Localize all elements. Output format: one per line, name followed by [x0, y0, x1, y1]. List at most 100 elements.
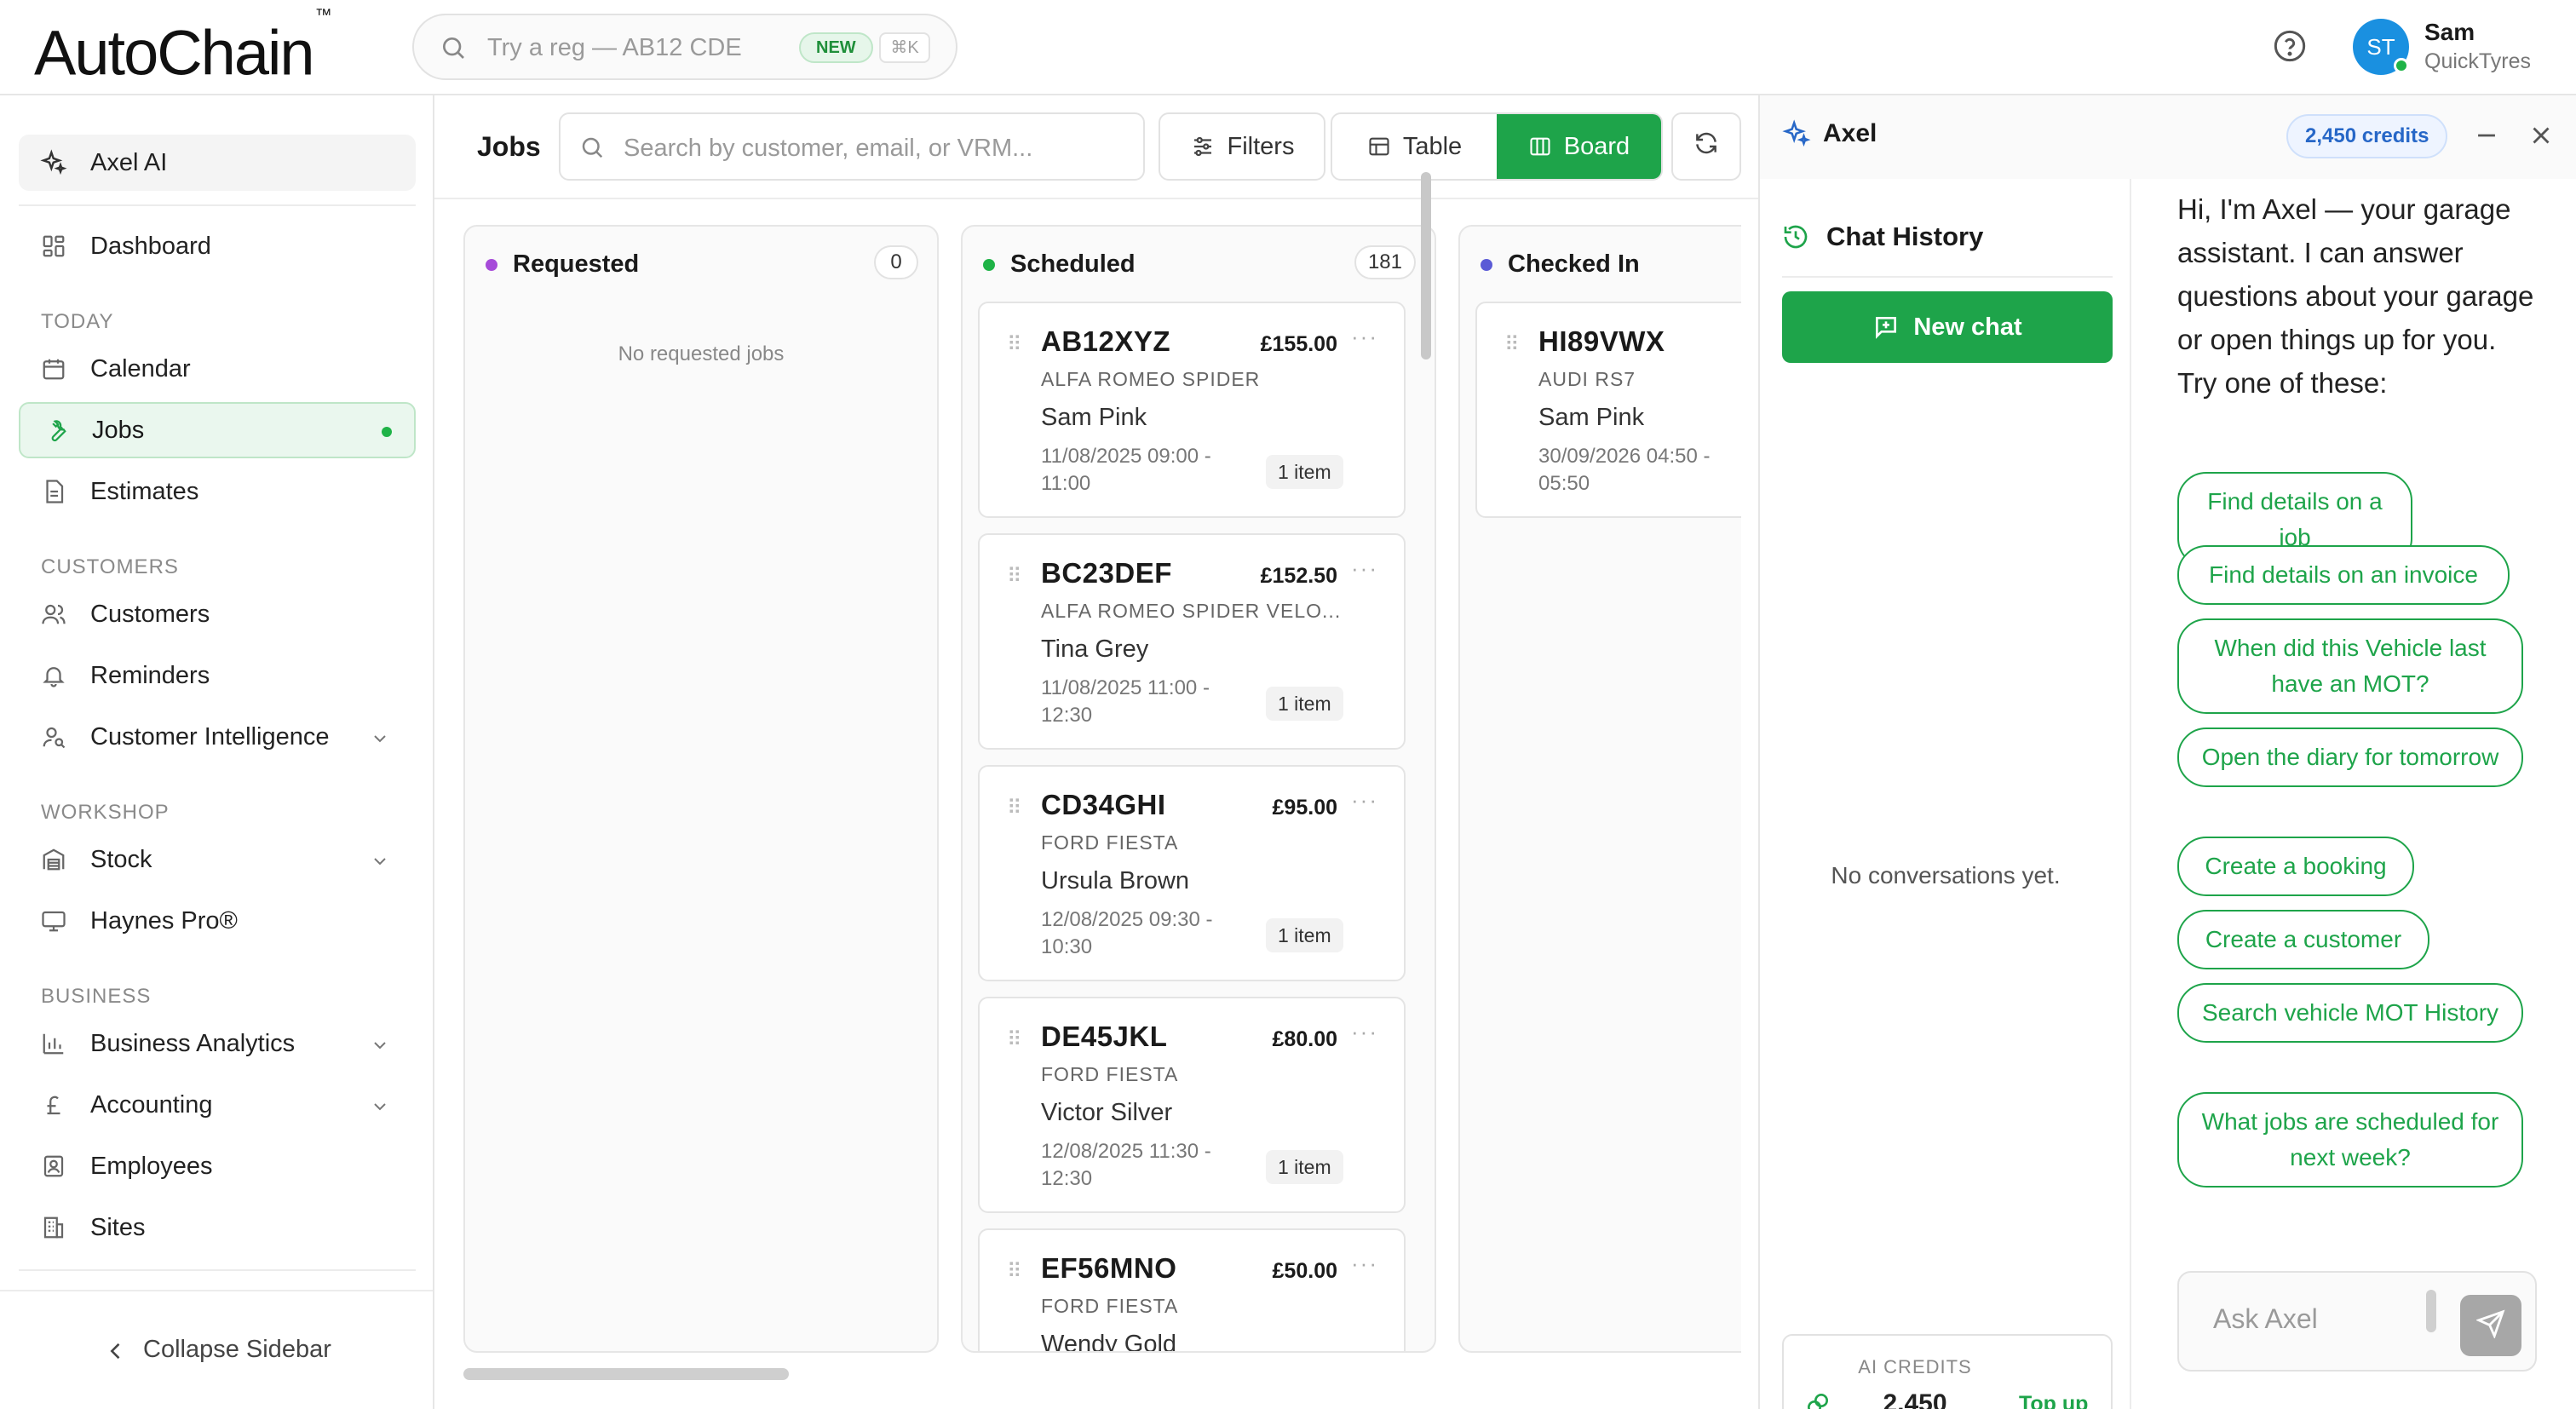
logo-bold: Auto: [34, 17, 158, 89]
chevron-down-icon[interactable]: [370, 850, 390, 878]
status-dot: [1481, 258, 1492, 271]
job-card[interactable]: ⠿ CD34GHI £95.00 ··· FORD FIESTA Ursula …: [978, 765, 1406, 981]
wrench-icon: [41, 416, 70, 445]
sidebar-item-jobs[interactable]: Jobs: [19, 402, 416, 458]
sparkle-icon: [39, 148, 68, 177]
sidebar-item-label: Calendar: [90, 354, 191, 382]
column-header: Scheduled: [983, 250, 1136, 279]
board-view-button[interactable]: Board: [1497, 114, 1661, 179]
job-reg: DE45JKL: [1041, 1021, 1168, 1052]
job-vehicle: ALFA ROMEO SPIDER VELO...: [1041, 600, 1342, 622]
logo-trademark: ™: [314, 6, 332, 25]
sidebar-item-label: Haynes Pro®: [90, 906, 238, 935]
more-options-icon[interactable]: ···: [1351, 555, 1378, 582]
page-title: Jobs: [477, 131, 541, 162]
help-icon[interactable]: [2273, 29, 2307, 67]
drag-handle-icon[interactable]: ⠿: [1007, 332, 1022, 357]
axel-header: Axel 2,450 credits: [1760, 95, 2576, 179]
sidebar-item-axel-ai[interactable]: Axel AI: [19, 135, 416, 191]
suggestion-chip[interactable]: Create a booking: [2177, 837, 2414, 896]
user-avatar[interactable]: ST: [2353, 19, 2409, 75]
user-name[interactable]: Sam: [2424, 19, 2475, 46]
sidebar-item-estimates[interactable]: Estimates: [19, 463, 416, 520]
top-up-link[interactable]: Top up: [2019, 1392, 2088, 1409]
sidebar-item-label: Axel AI: [90, 148, 168, 176]
ai-credits-card: AI CREDITS 2,450 credits Top up: [1782, 1334, 2113, 1409]
collapse-sidebar-button[interactable]: Collapse Sidebar: [0, 1290, 433, 1409]
new-chat-button[interactable]: New chat: [1782, 291, 2113, 363]
global-reg-search[interactable]: Try a reg — AB12 CDE NEW ⌘K: [412, 14, 957, 80]
suggestion-chip[interactable]: Search vehicle MOT History: [2177, 983, 2523, 1043]
job-card[interactable]: ⠿ EF56MNO £50.00 ··· FORD FIESTA Wendy G…: [978, 1228, 1406, 1351]
sidebar-item-employees[interactable]: Employees: [19, 1138, 416, 1194]
jobs-main: Jobs Search by customer, email, or VRM..…: [434, 95, 1758, 1409]
history-divider: [1782, 276, 2113, 278]
chevron-down-icon[interactable]: [370, 728, 390, 756]
column-header: Requested: [486, 250, 639, 279]
job-time: 12/08/2025 09:30 - 10:30: [1041, 908, 1213, 958]
more-options-icon[interactable]: ···: [1351, 1251, 1378, 1277]
no-conversations-message: No conversations yet.: [1831, 862, 2061, 889]
logo-light: Chain: [157, 17, 314, 89]
column-title: Requested: [513, 250, 640, 278]
board-horizontal-scrollbar[interactable]: [463, 1368, 789, 1380]
suggestion-chip[interactable]: Find details on an invoice: [2177, 545, 2510, 605]
job-card[interactable]: ⠿ HI89VWX AUDI RS7 Sam Pink 30/09/2026 0…: [1475, 302, 1741, 518]
more-options-icon[interactable]: ···: [1351, 324, 1378, 350]
chevron-down-icon[interactable]: [370, 1034, 390, 1062]
job-card[interactable]: ⠿ BC23DEF £152.50 ··· ALFA ROMEO SPIDER …: [978, 533, 1406, 750]
column-count: 181: [1354, 245, 1416, 279]
job-card[interactable]: ⠿ AB12XYZ £155.00 ··· ALFA ROMEO SPIDER …: [978, 302, 1406, 518]
column-title: Scheduled: [1010, 250, 1136, 278]
send-button[interactable]: [2460, 1295, 2521, 1356]
more-options-icon[interactable]: ···: [1351, 1019, 1378, 1045]
sidebar-item-customer-intelligence[interactable]: Customer Intelligence: [19, 709, 416, 765]
sidebar-item-accounting[interactable]: Accounting: [19, 1077, 416, 1133]
drag-handle-icon[interactable]: ⠿: [1007, 564, 1022, 589]
sidebar-item-reminders[interactable]: Reminders: [19, 647, 416, 704]
minimize-icon[interactable]: [2472, 121, 2501, 154]
suggestion-chip[interactable]: When did this Vehicle last have an MOT?: [2177, 618, 2523, 714]
sidebar-item-calendar[interactable]: Calendar: [19, 341, 416, 397]
sidebar-item-customers[interactable]: Customers: [19, 586, 416, 642]
suggestion-chip[interactable]: Create a customer: [2177, 910, 2429, 969]
job-customer: Sam Pink: [1041, 404, 1147, 431]
drag-handle-icon[interactable]: ⠿: [1007, 796, 1022, 820]
column-scheduled: Scheduled 181 ⠿ AB12XYZ £155.00 ··· ALFA…: [961, 225, 1436, 1353]
close-icon[interactable]: [2527, 121, 2556, 154]
online-status-dot: [2394, 58, 2409, 73]
users-icon: [39, 600, 68, 629]
ask-axel-input[interactable]: Ask Axel: [2177, 1271, 2537, 1372]
monitor-icon: [39, 906, 68, 935]
table-view-button[interactable]: Table: [1332, 114, 1497, 179]
sidebar-item-sites[interactable]: Sites: [19, 1199, 416, 1256]
autochain-logo[interactable]: AutoChain™: [34, 6, 332, 89]
sidebar-item-stock[interactable]: Stock: [19, 831, 416, 888]
job-search-input[interactable]: Search by customer, email, or VRM...: [559, 112, 1145, 181]
new-badge: NEW: [799, 32, 873, 63]
more-options-icon[interactable]: ···: [1351, 787, 1378, 814]
sidebar-item-label: Stock: [90, 845, 152, 873]
drag-handle-icon[interactable]: ⠿: [1007, 1259, 1022, 1284]
drag-handle-icon[interactable]: ⠿: [1504, 332, 1520, 357]
sidebar-item-business-analytics[interactable]: Business Analytics: [19, 1015, 416, 1072]
suggestion-chip[interactable]: Open the diary for tomorrow: [2177, 728, 2523, 787]
sidebar-item-haynes-pro[interactable]: Haynes Pro®: [19, 893, 416, 949]
suggestion-chip[interactable]: What jobs are scheduled for next week?: [2177, 1092, 2523, 1188]
table-icon: [1367, 135, 1391, 158]
view-toggle: Table Board: [1331, 112, 1663, 181]
user-org: QuickTyres: [2424, 49, 2532, 73]
section-customers: CUSTOMERS: [41, 555, 179, 578]
refresh-button[interactable]: [1671, 112, 1741, 181]
column-scrollbar[interactable]: [1421, 172, 1431, 359]
kanban-board: Requested 0 No requested jobs Scheduled …: [463, 225, 1741, 1383]
chevron-down-icon[interactable]: [370, 1096, 390, 1124]
job-card[interactable]: ⠿ DE45JKL £80.00 ··· FORD FIESTA Victor …: [978, 997, 1406, 1213]
drag-handle-icon[interactable]: ⠿: [1007, 1027, 1022, 1052]
sidebar-item-label: Customer Intelligence: [90, 722, 330, 751]
collapse-sidebar-label: Collapse Sidebar: [143, 1336, 331, 1363]
credits-pill[interactable]: 2,450 credits: [2286, 114, 2448, 158]
sidebar-item-dashboard[interactable]: Dashboard: [19, 218, 416, 274]
job-customer: Tina Grey: [1041, 635, 1149, 663]
filters-button[interactable]: Filters: [1159, 112, 1325, 181]
